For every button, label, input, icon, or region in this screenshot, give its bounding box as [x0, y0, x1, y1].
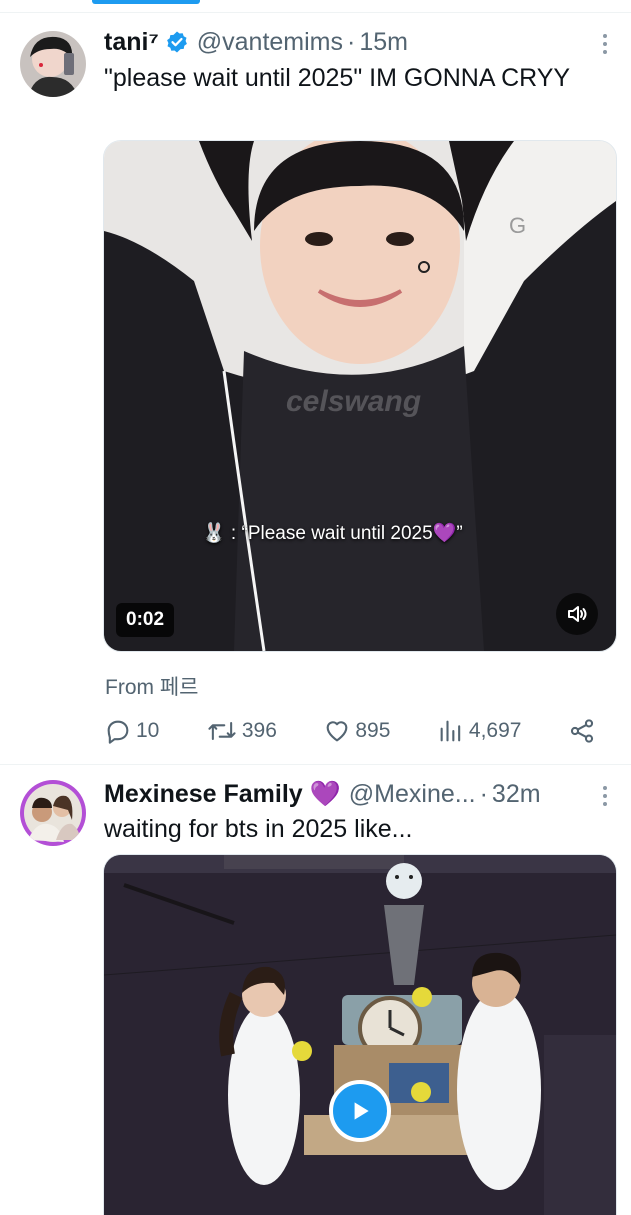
handle[interactable]: @vantemims — [197, 28, 343, 57]
video-player[interactable]: G celswang 🐰 : “Please wait until 2025💜”… — [103, 140, 617, 652]
view-count: 4,697 — [468, 719, 522, 742]
mute-button[interactable] — [556, 593, 598, 635]
avatar[interactable] — [20, 780, 86, 846]
display-name[interactable]: tani⁷ — [104, 28, 159, 57]
timestamp[interactable]: 32m — [492, 780, 541, 809]
avatar[interactable] — [20, 31, 86, 97]
views-button[interactable]: 4,697 — [437, 717, 522, 745]
share-icon — [570, 719, 594, 743]
video-frame — [104, 855, 616, 1215]
reply-icon — [107, 720, 129, 744]
separator-dot: · — [479, 779, 488, 808]
volume-icon — [568, 606, 587, 622]
share-button[interactable] — [568, 717, 596, 745]
views-icon — [440, 720, 461, 742]
verified-badge-icon — [166, 31, 187, 53]
source-line: From 페르 — [105, 676, 199, 699]
top-divider — [0, 12, 631, 13]
more-icon[interactable] — [603, 786, 609, 806]
play-button[interactable] — [329, 1080, 391, 1142]
video-caption: 🐰 : “Please wait until 2025💜” — [202, 523, 463, 544]
timestamp[interactable]: 15m — [359, 28, 408, 57]
retweet-button[interactable]: 396 — [206, 717, 277, 745]
like-icon — [326, 721, 348, 742]
svg-text:G: G — [509, 213, 526, 238]
top-tab-indicator — [92, 0, 200, 4]
handle[interactable]: @Mexine... — [349, 780, 476, 809]
action-bar: 10 396 895 4,697 — [104, 714, 596, 748]
retweet-icon — [208, 721, 236, 741]
video-watermark: celswang — [286, 385, 422, 418]
retweet-count: 396 — [241, 719, 277, 742]
display-name[interactable]: Mexinese Family 💜 — [104, 780, 341, 809]
separator-dot: · — [347, 27, 356, 56]
like-count: 895 — [355, 719, 391, 742]
more-icon[interactable] — [603, 34, 609, 54]
reply-count: 10 — [136, 719, 160, 742]
tweet-separator — [0, 764, 631, 765]
video-player[interactable] — [103, 854, 617, 1215]
tweet-text: waiting for bts in 2025 like... — [104, 815, 413, 843]
reply-button[interactable]: 10 — [104, 717, 159, 745]
duration-badge: 0:02 — [116, 603, 175, 637]
tweet-text: "please wait until 2025" IM GONNA CRYY — [104, 64, 571, 92]
play-icon — [354, 1102, 369, 1120]
like-button[interactable]: 895 — [323, 717, 390, 745]
